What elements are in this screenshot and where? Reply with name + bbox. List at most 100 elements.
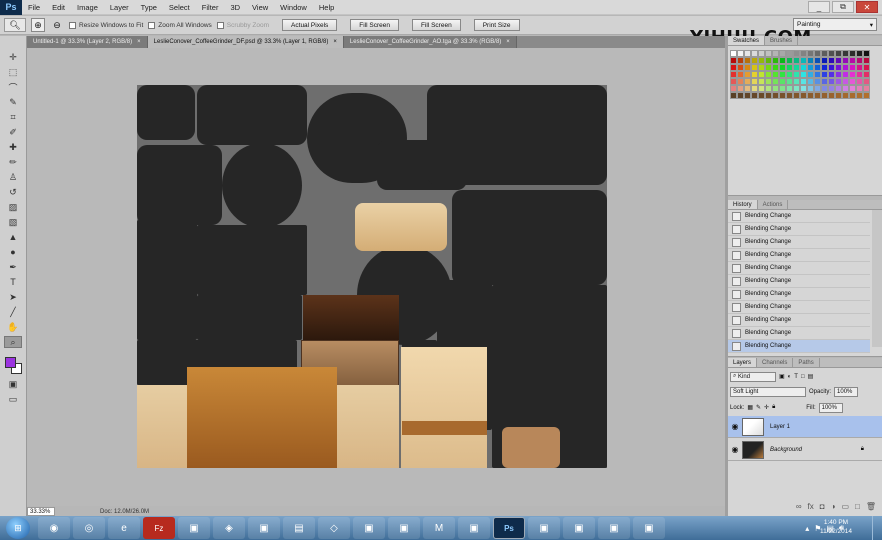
color-swatch[interactable] <box>758 57 765 64</box>
color-swatch[interactable] <box>835 92 842 99</box>
color-swatch[interactable] <box>772 85 779 92</box>
menu-help[interactable]: Help <box>313 3 340 12</box>
resize-windows-checkbox[interactable]: Resize Windows to Fit <box>69 21 143 29</box>
color-swatch[interactable] <box>751 71 758 78</box>
foreground-color-swatch[interactable] <box>5 357 16 368</box>
zoom-level-field[interactable]: 33.33% <box>27 507 55 516</box>
quick-mask-icon[interactable]: ▣ <box>4 378 22 390</box>
color-swatch[interactable] <box>779 50 786 57</box>
menu-select[interactable]: Select <box>163 3 196 12</box>
add-mask-icon[interactable]: ◘ <box>820 502 825 514</box>
layer-row-layer-1[interactable]: ◉ Layer 1 <box>728 416 882 438</box>
swatch-grid[interactable] <box>730 50 870 99</box>
move-tool-icon[interactable]: ✛ <box>4 51 22 63</box>
clock[interactable]: 1:40 PM 11/22/2014 <box>820 518 852 536</box>
app-icon[interactable]: ▣ <box>458 517 490 539</box>
color-swatch[interactable] <box>842 71 849 78</box>
canvas-area[interactable] <box>27 48 725 506</box>
color-swatch[interactable] <box>786 50 793 57</box>
color-swatch[interactable] <box>800 78 807 85</box>
lock-transparent-icon[interactable]: ▦ <box>747 404 753 411</box>
color-swatch[interactable] <box>765 50 772 57</box>
history-item[interactable]: Blending Change <box>728 210 870 223</box>
pen-tool-icon[interactable]: ✒ <box>4 261 22 273</box>
history-item[interactable]: Blending Change <box>728 314 870 327</box>
tab-actions[interactable]: Actions <box>758 200 789 209</box>
menu-file[interactable]: File <box>22 3 46 12</box>
color-swatch[interactable] <box>835 78 842 85</box>
color-swatch[interactable] <box>765 92 772 99</box>
color-swatch[interactable] <box>863 71 870 78</box>
tab-brushes[interactable]: Brushes <box>765 36 799 45</box>
color-swatch[interactable] <box>835 85 842 92</box>
color-swatch[interactable] <box>842 78 849 85</box>
close-button[interactable]: ✕ <box>856 1 878 13</box>
history-item[interactable]: Blending Change <box>728 249 870 262</box>
fit-screen-button[interactable]: Fill Screen <box>350 19 399 31</box>
color-swatch[interactable] <box>737 78 744 85</box>
color-swatch[interactable] <box>863 57 870 64</box>
color-swatch[interactable] <box>786 57 793 64</box>
color-swatch[interactable] <box>765 71 772 78</box>
menu-view[interactable]: View <box>246 3 274 12</box>
app-icon[interactable]: ▣ <box>248 517 280 539</box>
color-swatch[interactable] <box>744 64 751 71</box>
color-swatch[interactable] <box>863 92 870 99</box>
zoom-in-icon[interactable]: ⊕ <box>31 18 45 32</box>
tab-paths[interactable]: Paths <box>793 358 820 367</box>
visibility-eye-icon[interactable]: ◉ <box>728 422 742 431</box>
layer-row-background[interactable]: ◉ Background 🔒︎ <box>728 439 882 461</box>
history-item[interactable]: Blending Change <box>728 288 870 301</box>
color-swatch[interactable] <box>807 71 814 78</box>
dodge-tool-icon[interactable]: ● <box>4 246 22 258</box>
color-swatch[interactable] <box>807 50 814 57</box>
blur-tool-icon[interactable]: ▲ <box>4 231 22 243</box>
color-swatch[interactable] <box>814 78 821 85</box>
color-swatch[interactable] <box>807 92 814 99</box>
type-tool-icon[interactable]: T <box>4 276 22 288</box>
zoom-out-icon[interactable]: ⊖ <box>50 18 64 32</box>
actual-pixels-button[interactable]: Actual Pixels <box>282 19 338 31</box>
color-swatch[interactable] <box>835 57 842 64</box>
history-item-current[interactable]: Blending Change <box>728 340 870 353</box>
color-swatch[interactable] <box>786 85 793 92</box>
color-swatch[interactable] <box>835 71 842 78</box>
color-swatch[interactable] <box>758 85 765 92</box>
app-icon[interactable]: ▣ <box>633 517 665 539</box>
color-swatch[interactable] <box>793 92 800 99</box>
color-swatch[interactable] <box>730 57 737 64</box>
color-swatch[interactable] <box>842 92 849 99</box>
fill-screen-button[interactable]: Fill Screen <box>411 19 461 31</box>
color-swatch[interactable] <box>800 50 807 57</box>
color-swatch[interactable] <box>856 85 863 92</box>
hand-tool-icon[interactable]: ✋ <box>4 321 22 333</box>
color-swatch[interactable] <box>828 50 835 57</box>
color-swatch[interactable] <box>856 57 863 64</box>
color-swatch[interactable] <box>793 78 800 85</box>
color-swatch[interactable] <box>786 64 793 71</box>
color-swatch[interactable] <box>814 92 821 99</box>
color-swatch[interactable] <box>786 78 793 85</box>
zoom-tool-icon[interactable]: ⌕ <box>4 336 22 348</box>
color-swatch[interactable] <box>751 85 758 92</box>
color-swatch[interactable] <box>765 85 772 92</box>
color-swatch[interactable] <box>737 92 744 99</box>
blend-mode-select[interactable]: Soft Light <box>730 386 806 397</box>
app-icon[interactable]: ▣ <box>388 517 420 539</box>
color-swatch[interactable] <box>737 50 744 57</box>
color-swatch[interactable] <box>744 71 751 78</box>
color-swatch[interactable] <box>730 78 737 85</box>
zoom-all-checkbox[interactable]: Zoom All Windows <box>148 21 212 29</box>
menu-type[interactable]: Type <box>135 3 163 12</box>
color-swatch[interactable] <box>849 71 856 78</box>
color-swatch[interactable] <box>730 64 737 71</box>
color-swatch[interactable] <box>842 50 849 57</box>
color-swatch[interactable] <box>821 50 828 57</box>
trash-icon[interactable]: 🗑︎ <box>866 502 876 514</box>
filezilla-icon[interactable]: Fz <box>143 517 175 539</box>
tab-swatches[interactable]: Swatches <box>728 36 766 45</box>
color-swatch[interactable] <box>807 85 814 92</box>
color-swatch[interactable] <box>779 78 786 85</box>
color-swatch[interactable] <box>800 64 807 71</box>
color-swatch[interactable] <box>730 85 737 92</box>
